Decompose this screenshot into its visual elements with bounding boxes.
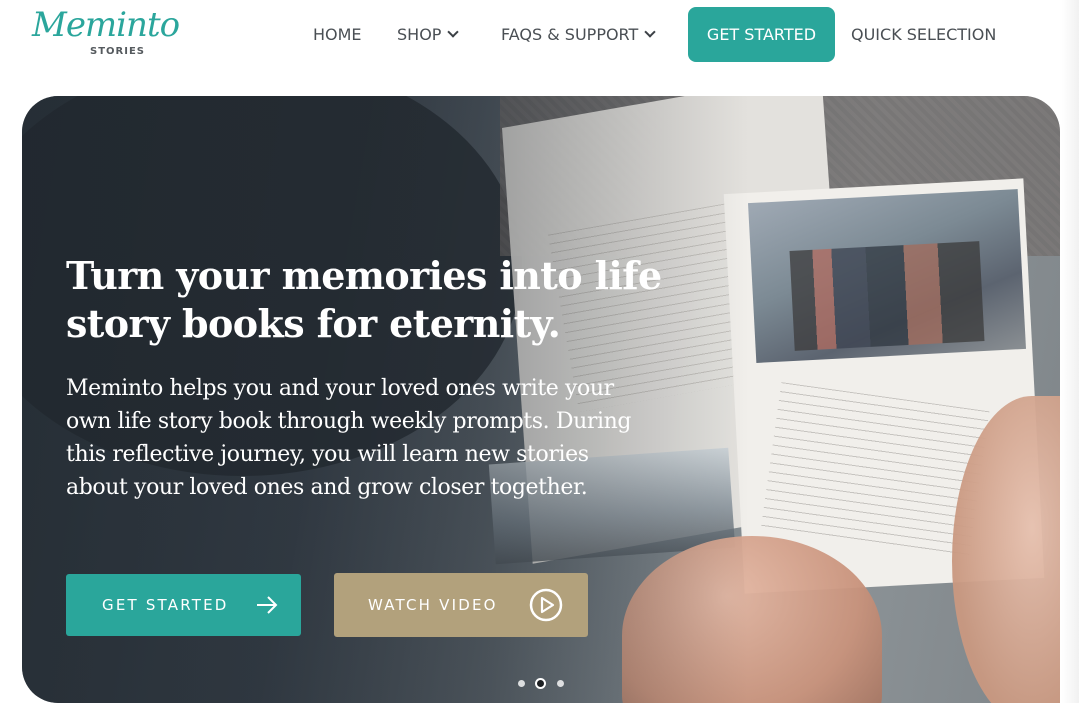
- page-edge: [1062, 0, 1079, 703]
- nav-faqs-label: FAQS & SUPPORT: [501, 25, 639, 44]
- nav-home-label: HOME: [313, 25, 362, 44]
- get-started-label: GET STARTED: [102, 596, 229, 614]
- hero-watch-video-button[interactable]: WATCH VIDEO: [334, 573, 588, 637]
- nav-get-started-button[interactable]: GET STARTED: [688, 7, 835, 62]
- nav-quick-selection[interactable]: QUICK SELECTION: [851, 22, 996, 48]
- logo-sub-text: STORIES: [90, 46, 145, 57]
- nav-quick-selection-label: QUICK SELECTION: [851, 25, 997, 44]
- arrow-right-icon: [257, 596, 278, 614]
- nav-shop[interactable]: SHOP: [397, 22, 460, 48]
- chevron-down-icon: [644, 26, 656, 38]
- meminto-logo[interactable]: Meminto STORIES: [32, 4, 180, 62]
- nav-shop-label: SHOP: [397, 25, 442, 44]
- nav-home[interactable]: HOME: [313, 22, 362, 48]
- nav-faqs-support[interactable]: FAQS & SUPPORT: [501, 22, 656, 48]
- hero-get-started-button[interactable]: GET STARTED: [66, 574, 301, 636]
- hero-banner: Turn your memories into life story books…: [22, 96, 1060, 703]
- play-circle-icon: [529, 588, 563, 622]
- logo-script-text: Meminto: [32, 5, 180, 45]
- slider-dot-2[interactable]: [537, 680, 544, 687]
- hero-description: Meminto helps you and your loved ones wr…: [66, 376, 632, 500]
- hero-title: Turn your memories into life story books…: [66, 253, 662, 346]
- slider-dot-1[interactable]: [518, 680, 525, 687]
- chevron-down-icon: [447, 26, 460, 38]
- top-navigation: Meminto STORIES HOME SHOP FAQS & SUPPORT…: [0, 0, 1079, 92]
- slider-dots: [514, 678, 564, 690]
- slider-dot-3[interactable]: [557, 680, 564, 687]
- watch-video-label: WATCH VIDEO: [368, 596, 498, 614]
